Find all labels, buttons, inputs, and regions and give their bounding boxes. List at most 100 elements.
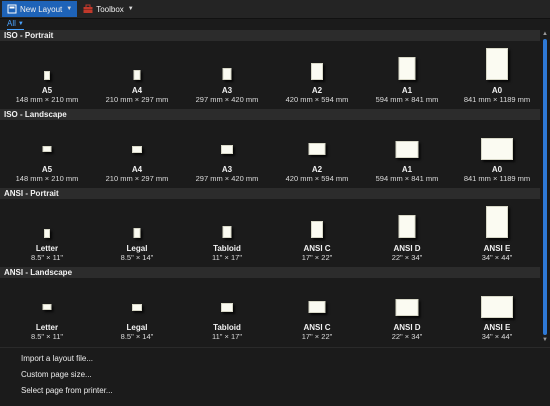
tile-row: A5 148 mm × 210 mm A4 210 mm × 297 mm A3 297 … <box>0 41 540 109</box>
page-size-dimensions: 594 mm × 841 mm <box>375 95 439 104</box>
scroll-down-icon[interactable]: ▼ <box>542 337 548 343</box>
page-size-dimensions: 594 mm × 841 mm <box>375 174 439 183</box>
page-size-tile[interactable]: Letter 8.5" × 11" <box>2 278 92 345</box>
toolbox-label: Toolbox <box>96 4 124 14</box>
page-size-name: Letter <box>35 244 59 253</box>
select-page-from-printer-link[interactable]: Select page from printer... <box>21 386 113 395</box>
page-size-tile[interactable]: A4 210 mm × 297 mm <box>92 41 182 109</box>
page-size-dimensions: 8.5" × 11" <box>30 332 64 341</box>
page-thumbnail <box>481 296 513 318</box>
page-size-tile[interactable]: A2 420 mm × 594 mm <box>272 41 362 109</box>
page-size-dimensions: 420 mm × 594 mm <box>285 174 349 183</box>
page-size-tile[interactable]: ANSI E 34" × 44" <box>452 278 540 345</box>
page-thumbnail <box>222 68 232 80</box>
page-size-tile[interactable]: A0 841 mm × 1189 mm <box>452 120 540 188</box>
page-thumbnail <box>481 138 513 160</box>
footer-actions: Import a layout file... Custom page size… <box>0 347 550 406</box>
page-size-tile[interactable]: A1 594 mm × 841 mm <box>362 41 452 109</box>
page-size-name: Tabloid <box>213 323 241 332</box>
new-layout-tab[interactable]: New Layout ▼ <box>2 1 78 17</box>
page-thumbnail <box>308 143 326 155</box>
page-size-tile[interactable]: A5 148 mm × 210 mm <box>2 41 92 109</box>
section-header: ANSI - Landscape <box>0 267 540 278</box>
page-thumbnail <box>44 71 50 80</box>
filter-dropdown[interactable]: All ▼ <box>7 19 24 30</box>
page-size-name: ANSI D <box>393 244 421 253</box>
page-size-dimensions: 148 mm × 210 mm <box>15 174 79 183</box>
scroll-up-icon[interactable]: ▲ <box>542 31 548 37</box>
page-thumbnail <box>398 57 416 80</box>
page-thumbnail <box>311 221 323 238</box>
page-thumbnail <box>42 304 52 310</box>
page-thumbnail <box>133 228 141 238</box>
divider <box>0 347 550 348</box>
chevron-down-icon: ▼ <box>66 6 73 12</box>
page-size-name: A2 <box>311 165 323 174</box>
page-thumbnail <box>395 298 419 316</box>
tile-row: Letter 8.5" × 11" Legal 8.5" × 14" Tabloid 11… <box>0 199 540 267</box>
page-size-tile[interactable]: A0 841 mm × 1189 mm <box>452 41 540 109</box>
scrollbar-thumb[interactable] <box>543 39 547 335</box>
custom-page-size-link[interactable]: Custom page size... <box>21 370 92 379</box>
page-thumbnail <box>222 226 232 238</box>
page-size-tile[interactable]: Legal 8.5" × 14" <box>92 199 182 267</box>
page-size-name: Tabloid <box>213 244 241 253</box>
section-ansi-landscape: ANSI - Landscape Letter 8.5" × 11" Legal 8.5… <box>0 267 540 345</box>
page-size-name: A4 <box>131 165 143 174</box>
page-size-tile[interactable]: ANSI C 17" × 22" <box>272 199 362 267</box>
page-size-dimensions: 8.5" × 11" <box>30 253 64 262</box>
page-size-name: A0 <box>491 165 503 174</box>
page-size-tile[interactable]: ANSI D 22" × 34" <box>362 199 452 267</box>
tile-row: Letter 8.5" × 11" Legal 8.5" × 14" Tabloid 11… <box>0 278 540 345</box>
page-size-name: A0 <box>491 86 503 95</box>
page-size-dimensions: 148 mm × 210 mm <box>15 95 79 104</box>
tile-row: A5 148 mm × 210 mm A4 210 mm × 297 mm A3 297 … <box>0 120 540 188</box>
filter-label: All <box>7 18 16 28</box>
page-size-tile[interactable]: Tabloid 11" × 17" <box>182 199 272 267</box>
page-size-tile[interactable]: A3 297 mm × 420 mm <box>182 120 272 188</box>
page-size-name: ANSI C <box>303 323 331 332</box>
page-thumbnail <box>132 145 142 153</box>
section-header: ISO - Portrait <box>0 30 540 41</box>
toolbox-tab[interactable]: Toolbox ▼ <box>78 1 139 17</box>
page-size-tile[interactable]: ANSI D 22" × 34" <box>362 278 452 345</box>
page-size-name: Legal <box>126 244 148 253</box>
page-size-dimensions: 210 mm × 297 mm <box>105 174 169 183</box>
page-size-name: A5 <box>41 86 53 95</box>
page-size-tile[interactable]: ANSI E 34" × 44" <box>452 199 540 267</box>
page-thumbnail <box>42 146 52 152</box>
page-thumbnail <box>221 144 233 154</box>
page-size-name: Letter <box>35 323 59 332</box>
page-thumbnail <box>133 70 141 80</box>
chevron-down-icon: ▼ <box>17 20 24 27</box>
section-header: ISO - Landscape <box>0 109 540 120</box>
new-layout-label: New Layout <box>20 4 63 14</box>
page-size-tile[interactable]: Letter 8.5" × 11" <box>2 199 92 267</box>
section-ansi-portrait: ANSI - Portrait Letter 8.5" × 11" Legal 8.5"… <box>0 188 540 267</box>
vertical-scrollbar[interactable]: ▲ ▼ <box>540 30 550 345</box>
page-size-tile[interactable]: ANSI C 17" × 22" <box>272 278 362 345</box>
page-size-tile[interactable]: A3 297 mm × 420 mm <box>182 41 272 109</box>
import-layout-link[interactable]: Import a layout file... <box>21 354 93 363</box>
page-size-name: A3 <box>221 86 233 95</box>
page-size-name: Legal <box>126 323 148 332</box>
section-iso-portrait: ISO - Portrait A5 148 mm × 210 mm A4 210 mm … <box>0 30 540 109</box>
page-size-tile[interactable]: A2 420 mm × 594 mm <box>272 120 362 188</box>
page-size-name: A1 <box>401 86 413 95</box>
page-size-tile[interactable]: Legal 8.5" × 14" <box>92 278 182 345</box>
page-size-tile[interactable]: Tabloid 11" × 17" <box>182 278 272 345</box>
page-thumbnail <box>44 229 50 238</box>
chevron-down-icon: ▼ <box>127 6 134 12</box>
page-size-dimensions: 34" × 44" <box>481 332 513 341</box>
filter-bar: All ▼ <box>0 18 550 30</box>
page-thumbnail <box>486 206 508 238</box>
page-thumbnail <box>311 63 323 80</box>
page-size-dimensions: 22" × 34" <box>391 253 423 262</box>
page-size-tile[interactable]: A5 148 mm × 210 mm <box>2 120 92 188</box>
page-size-tile[interactable]: A4 210 mm × 297 mm <box>92 120 182 188</box>
page-size-tile[interactable]: A1 594 mm × 841 mm <box>362 120 452 188</box>
page-size-name: A2 <box>311 86 323 95</box>
page-thumbnail <box>308 301 326 313</box>
page-thumbnail <box>132 303 142 311</box>
page-size-dimensions: 11" × 17" <box>212 253 242 262</box>
